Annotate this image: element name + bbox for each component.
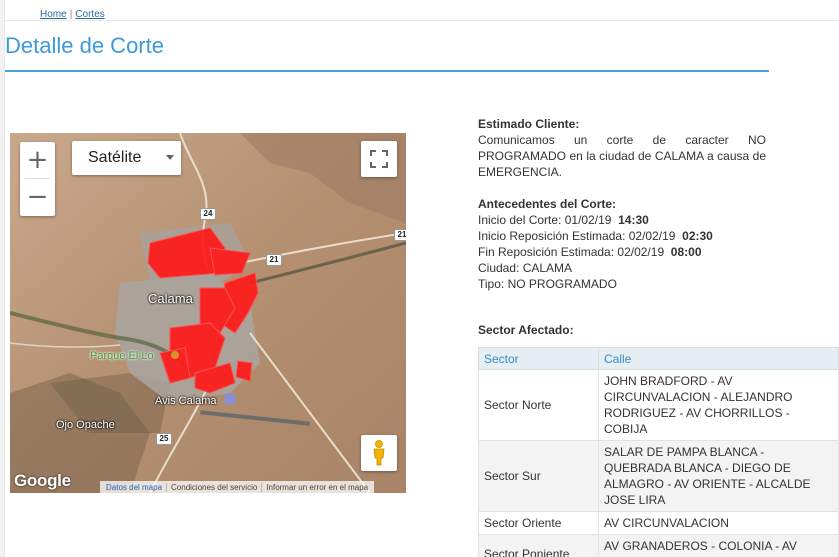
table-row: Sector Sur SALAR DE PAMPA BLANCA - QUEBR… <box>478 440 839 512</box>
reposicion-date: 02/02/19 <box>628 229 676 243</box>
tipo-line: Tipo: NO PROGRAMADO <box>478 277 617 291</box>
outage-info: Estimado Cliente: Comunicamos un corte d… <box>478 116 766 292</box>
sector-cell: Sector Sur <box>478 440 599 512</box>
zoom-control: + − <box>20 142 55 216</box>
table-row: Sector Norte JOHN BRADFORD - AV CIRCUNVA… <box>478 369 839 441</box>
map-terrain <box>10 133 406 493</box>
fin-label: Fin Reposición Estimada: <box>478 245 618 259</box>
map-data-link[interactable]: Datos del mapa <box>102 482 168 492</box>
sector-afectado-heading: Sector Afectado: <box>478 323 574 337</box>
breadcrumb-home-link[interactable]: Home <box>40 9 67 20</box>
calle-cell: SALAR DE PAMPA BLANCA - QUEBRADA BLANCA … <box>598 440 839 512</box>
route-shield-21-east: 21 <box>394 229 406 241</box>
map-type-label: Satélite <box>88 149 142 166</box>
map-footer: Datos del mapa Condiciones del servicio … <box>100 481 375 493</box>
inicio-label: Inicio del Corte: <box>478 213 565 227</box>
sectors-table: Sector Calle Sector Norte JOHN BRADFORD … <box>478 347 839 557</box>
outage-map[interactable]: + − Satélite 24 21 21 25 Calama Parque E… <box>10 133 406 493</box>
terms-link[interactable]: Condiciones del servicio <box>167 482 263 492</box>
calle-cell: AV GRANADEROS - COLONIA - AV BALMACEDA -… <box>598 534 839 557</box>
route-shield-24: 24 <box>200 208 216 220</box>
top-bar: Home | Cortes <box>5 0 839 21</box>
table-row: Sector Oriente AV CIRCUNVALACION <box>478 511 839 535</box>
breadcrumb-separator: | <box>69 9 73 20</box>
inicio-corte-line: Inicio del Corte: 01/02/19 14:30 <box>478 212 766 228</box>
fin-date: 02/02/19 <box>617 245 665 259</box>
cliente-heading: Estimado Cliente: <box>478 117 580 131</box>
title-divider <box>5 70 769 72</box>
breadcrumb-cortes-link[interactable]: Cortes <box>75 9 104 20</box>
reposicion-label: Inicio Reposición Estimada: <box>478 229 629 243</box>
calle-cell: JOHN BRADFORD - AV CIRCUNVALACION - ALEJ… <box>598 369 839 441</box>
chevron-down-icon <box>166 155 174 160</box>
inicio-date: 01/02/19 <box>564 213 612 227</box>
route-shield-21: 21 <box>266 254 282 266</box>
breadcrumb: Home | Cortes <box>40 9 105 20</box>
pegman-icon <box>373 440 385 466</box>
sector-cell: Sector Poniente <box>478 534 599 557</box>
calle-cell: AV CIRCUNVALACION <box>598 511 839 535</box>
zoom-out-button[interactable]: − <box>20 179 55 215</box>
map-label-ojo-opache: Ojo Opache <box>56 419 115 431</box>
page-left-edge <box>0 0 5 557</box>
fullscreen-icon <box>370 150 388 168</box>
fin-time: 08:00 <box>670 245 702 259</box>
antecedentes-block: Antecedentes del Corte: Inicio del Corte… <box>478 196 766 292</box>
fullscreen-button[interactable] <box>361 141 397 177</box>
google-logo: Google <box>14 471 71 490</box>
page-title: Detalle de Corte <box>5 33 164 58</box>
route-shield-25: 25 <box>156 433 172 445</box>
sector-cell: Sector Norte <box>478 369 599 441</box>
inicio-time: 14:30 <box>618 213 649 227</box>
fin-reposicion-line: Fin Reposición Estimada: 02/02/19 08:00 <box>478 244 766 260</box>
column-header-calle: Calle <box>598 347 839 370</box>
column-header-sector: Sector <box>478 347 599 370</box>
street-view-button[interactable] <box>361 435 397 471</box>
map-label-park: Parque El Lo <box>90 350 154 362</box>
map-type-select[interactable]: Satélite <box>72 141 181 175</box>
reposicion-time: 02:30 <box>682 229 713 243</box>
antecedentes-heading: Antecedentes del Corte: <box>478 197 617 211</box>
sector-cell: Sector Oriente <box>478 511 599 535</box>
report-error-link[interactable]: Informar un error en el mapa <box>262 483 372 492</box>
inicio-reposicion-line: Inicio Reposición Estimada: 02/02/19 02:… <box>478 228 766 244</box>
table-row: Sector Poniente AV GRANADEROS - COLONIA … <box>478 534 839 557</box>
ciudad-line: Ciudad: CALAMA <box>478 261 573 275</box>
zoom-in-button[interactable]: + <box>20 142 55 178</box>
map-label-airport: Avis Calama <box>155 395 217 407</box>
table-header-row: Sector Calle <box>478 347 839 370</box>
cliente-message: Comunicamos un corte de caracter NO PROG… <box>478 133 766 179</box>
map-label-city: Calama <box>148 291 193 306</box>
